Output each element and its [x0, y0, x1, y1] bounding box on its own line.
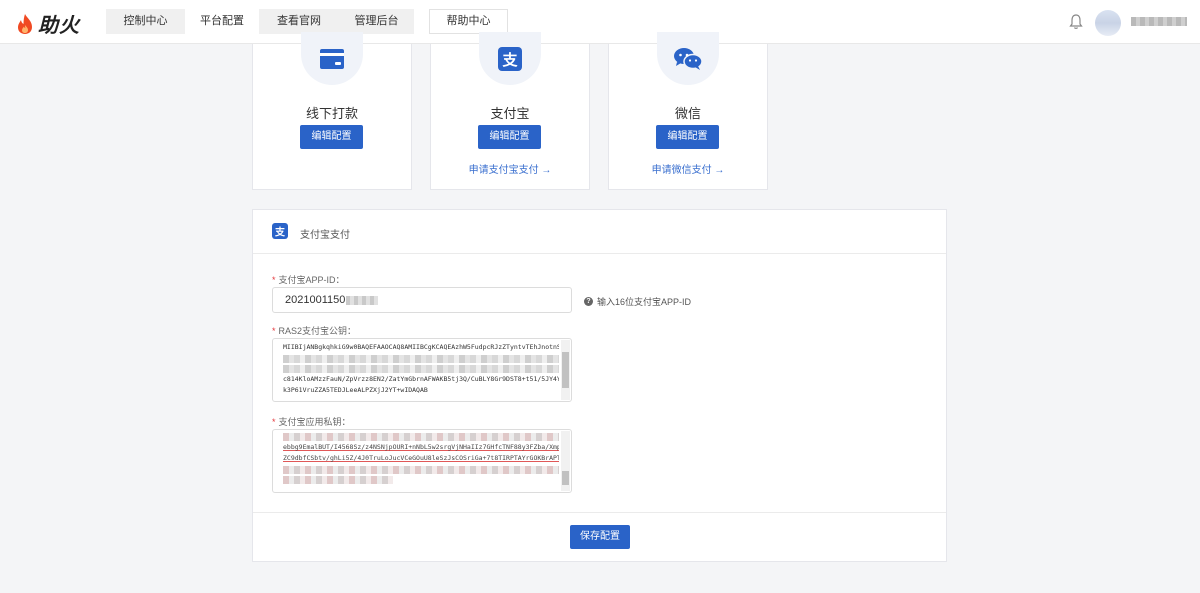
card-title: 线下打款: [305, 106, 358, 121]
svg-text:支: 支: [501, 51, 518, 69]
alipay-icon: 支: [498, 46, 522, 71]
apply-alipay-link[interactable]: 申请支付宝支付 →: [431, 161, 589, 176]
panel-footer-divider: [253, 512, 946, 513]
main-nav: 控制中心 平台配置 查看官网 管理后台: [106, 9, 414, 34]
card-offline-transfer: 线下打款 编辑配置: [252, 32, 412, 190]
alipay-icon: 支: [272, 223, 288, 239]
edit-config-button[interactable]: 编辑配置: [478, 125, 541, 149]
redacted-value: [346, 295, 379, 305]
user-name-redacted[interactable]: [1131, 17, 1187, 26]
top-bar: 助火 控制中心 平台配置 查看官网 管理后台 帮助中心: [0, 0, 1200, 44]
app-id-hint: ? 输入16位支付宝APP-ID: [584, 295, 691, 308]
question-icon: ?: [584, 297, 593, 306]
panel-title: 支付宝支付: [300, 230, 350, 241]
public-key-label: * RAS2支付宝公钥：: [272, 326, 357, 336]
svg-text:支: 支: [274, 226, 286, 239]
tab-admin[interactable]: 管理后台: [339, 9, 414, 34]
card-title: 微信: [674, 106, 701, 121]
tab-view-website[interactable]: 查看官网: [259, 9, 339, 34]
apply-wechat-link[interactable]: 申请微信支付 →: [609, 161, 767, 176]
card-alipay: 支 支付宝 编辑配置 申请支付宝支付 →: [430, 32, 590, 190]
bell-icon[interactable]: [1068, 13, 1084, 31]
panel-header: 支 支付宝支付: [253, 210, 946, 254]
help-center-button[interactable]: 帮助中心: [429, 9, 508, 34]
card-icon: [320, 48, 344, 69]
public-key-textarea[interactable]: MIIBIjANBgkqhkiG9w0BAQEFAAOCAQ8AMIIBCgKC…: [272, 338, 572, 402]
app-name: 助火: [38, 15, 80, 37]
tab-control-center[interactable]: 控制中心: [106, 9, 185, 34]
alipay-icon-circle: 支: [479, 32, 541, 85]
app-id-label: * 支付宝APP-ID：: [272, 275, 345, 285]
save-config-button[interactable]: 保存配置: [570, 525, 630, 549]
flame-icon: [18, 13, 32, 34]
private-key-textarea[interactable]: ebbg9EmalBUT/I4568Sz/z4NSNjpOURI+nNbL5w2…: [272, 429, 572, 493]
app-logo[interactable]: 助火: [16, 9, 80, 38]
tab-platform-config[interactable]: 平台配置: [185, 9, 259, 34]
avatar[interactable]: [1095, 10, 1121, 36]
scrollbar[interactable]: [561, 340, 570, 400]
app-id-input[interactable]: 2021001150: [272, 287, 572, 313]
offline-icon-circle: [301, 32, 363, 85]
wechat-icon-circle: [657, 32, 719, 85]
private-key-label: * 支付宝应用私钥：: [272, 417, 351, 427]
edit-config-button[interactable]: 编辑配置: [656, 125, 719, 149]
edit-config-button[interactable]: 编辑配置: [300, 125, 363, 149]
card-title: 支付宝: [490, 106, 530, 121]
scrollbar[interactable]: [561, 431, 570, 491]
card-wechat: 微信 编辑配置 申请微信支付 →: [608, 32, 768, 190]
alipay-config-panel: 支 支付宝支付 * 支付宝APP-ID： 2021001150 ? 输入16位支付…: [252, 209, 947, 562]
wechat-icon: [674, 47, 703, 70]
